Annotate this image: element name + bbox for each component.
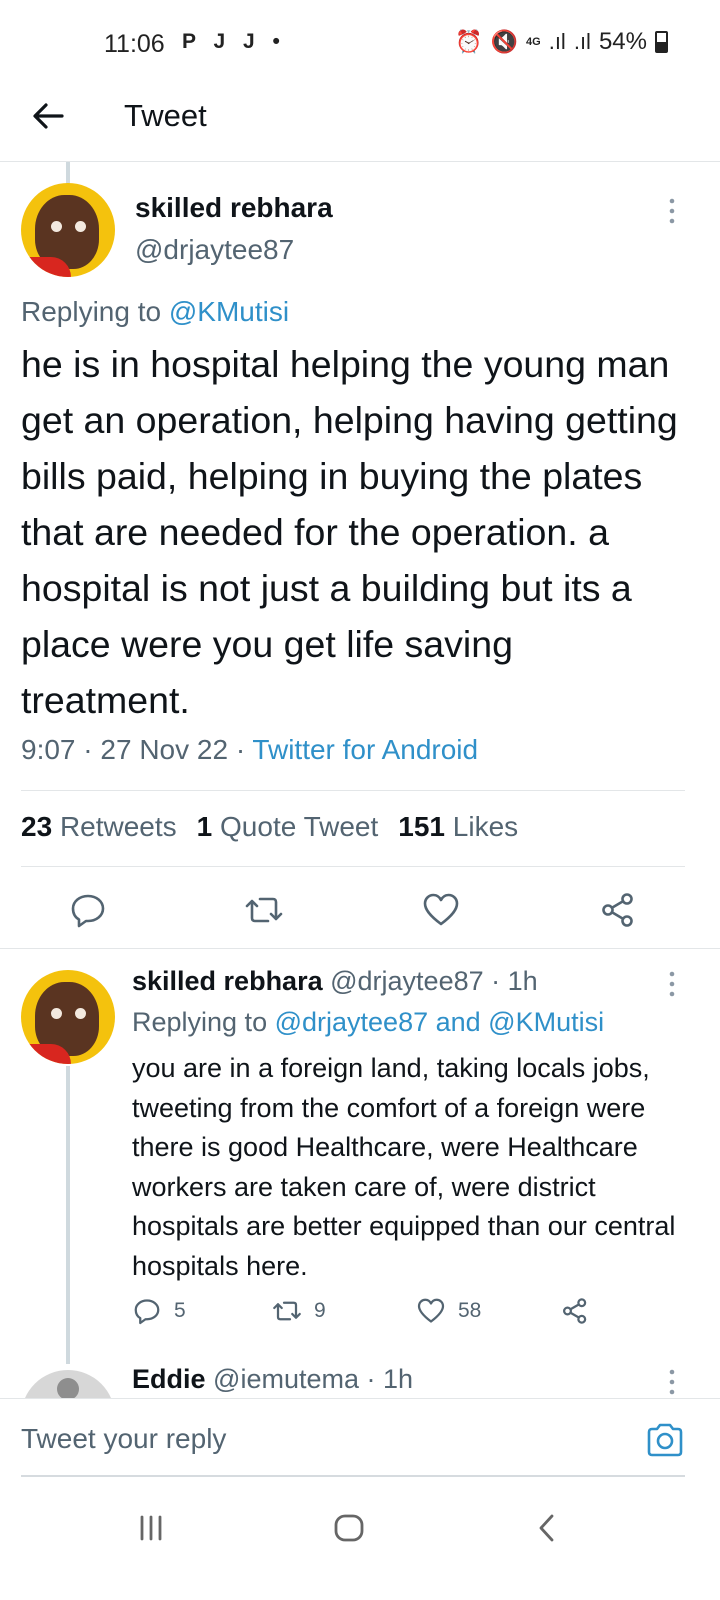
tweet-actions [0,880,720,946]
reply-reply-action[interactable]: 5 [132,1296,186,1326]
replying-prefix: Replying to [132,1007,268,1037]
next-reply-header: Eddie @iemutema · 1h [132,1364,413,1395]
retweets-label: Retweets [59,811,177,842]
battery-icon [655,31,668,53]
reply-avatar[interactable] [21,970,115,1064]
next-reply-age: · 1h [366,1364,414,1394]
top-bar: Tweet [0,88,720,162]
compose-underline [21,1475,685,1477]
home-icon[interactable] [329,1508,369,1548]
battery-percent: 54% [598,28,647,55]
thread-line [66,162,70,184]
replying-prefix: Replying to [21,296,162,327]
page-title: Tweet [124,98,207,133]
back-nav-icon[interactable] [527,1508,567,1548]
recent-apps-icon[interactable] [131,1508,171,1548]
quotes-stat[interactable]: 1 Quote Tweet [197,811,379,843]
system-nav-bar [0,1478,720,1600]
reply-input[interactable] [21,1423,581,1455]
reply-replies-count: 5 [174,1299,186,1322]
mute-icon: 🔇 [490,29,519,54]
author-handle[interactable]: @drjaytee87 [135,234,294,266]
likes-label: Likes [452,811,519,842]
avatar-eye-right [75,1008,86,1019]
divider [21,866,685,867]
reply-likes-count: 58 [458,1299,482,1322]
divider [21,790,685,791]
reply-author-handle[interactable]: @drjaytee87 [330,966,484,996]
camera-icon[interactable] [646,1423,684,1457]
likes-stat[interactable]: 151 Likes [398,811,518,843]
avatar-eye-left [51,1008,62,1019]
reply-actions: 5 9 58 [132,1296,612,1336]
replying-to: Replying to @KMutisi [21,296,289,328]
replying-to-link[interactable]: @KMutisi [169,296,289,327]
retweet-icon [273,1301,301,1321]
alarm-icon: ⏰ [455,29,483,54]
reply-like-action[interactable]: 58 [416,1296,481,1326]
next-reply-author-handle[interactable]: @iemutema [213,1364,359,1394]
tweet-time: 9:07 [21,734,76,765]
signal-icon-2: .ıl [573,29,591,54]
reply-replying-to: Replying to @drjaytee87 and @KMutisi [132,1007,604,1038]
reply-compose-bar [0,1398,720,1478]
retweet-icon[interactable] [244,890,284,930]
more-options-icon[interactable] [669,1368,675,1396]
tweet-source[interactable]: Twitter for Android [252,734,478,765]
like-icon[interactable] [421,890,461,930]
reply-age: · 1h [491,966,538,996]
tweet-text: he is in hospital helping the young man … [21,343,678,721]
reply-header: skilled rebhara @drjaytee87 · 1h [132,966,538,997]
reply-icon[interactable] [68,890,108,930]
tweet-meta: 9:07 · 27 Nov 22 · Twitter for Android [21,734,478,766]
share-icon[interactable] [598,890,638,930]
reply-text: you are in a foreign land, taking locals… [132,1053,676,1281]
notification-icons: P J J • [182,30,286,53]
author-name[interactable]: skilled rebhara [135,192,333,224]
retweets-stat[interactable]: 23 Retweets [21,811,177,843]
reply-icon [134,1299,160,1325]
reply-retweet-action[interactable]: 9 [272,1296,326,1326]
tweet-date: 27 Nov 22 [100,734,229,765]
status-bar: 11:06 P J J • ⏰ 🔇 4G .ıl .ıl 54% [0,0,720,88]
share-icon [563,1298,587,1324]
next-reply-author-name[interactable]: Eddie [132,1364,206,1394]
more-options-icon[interactable] [669,197,675,225]
network-type: 4G [526,35,541,48]
quotes-label: Quote Tweet [220,811,379,842]
thread-line [66,1066,70,1364]
back-arrow-icon[interactable] [28,96,68,136]
more-options-icon[interactable] [669,970,675,998]
meta-sep: · [83,734,101,765]
status-time: 11:06 [104,30,165,58]
tweet-stats: 23 Retweets 1 Quote Tweet 151 Likes [21,811,518,843]
quotes-count: 1 [196,811,213,842]
reply-share-action[interactable] [560,1296,590,1326]
meta-sep: · [235,734,253,765]
reply-retweets-count: 9 [314,1299,326,1322]
signal-icon: .ıl [548,29,566,54]
avatar[interactable] [21,183,115,277]
retweets-count: 23 [21,811,53,842]
replying-to-link[interactable]: @drjaytee87 and @KMutisi [275,1007,604,1037]
reply-author-name[interactable]: skilled rebhara [132,966,323,996]
section-divider [0,948,720,949]
avatar-eye-left [51,221,62,232]
status-right: ⏰ 🔇 4G .ıl .ıl 54% [455,28,668,56]
like-icon [417,1298,445,1323]
avatar-eye-right [75,221,86,232]
likes-count: 151 [398,811,445,842]
